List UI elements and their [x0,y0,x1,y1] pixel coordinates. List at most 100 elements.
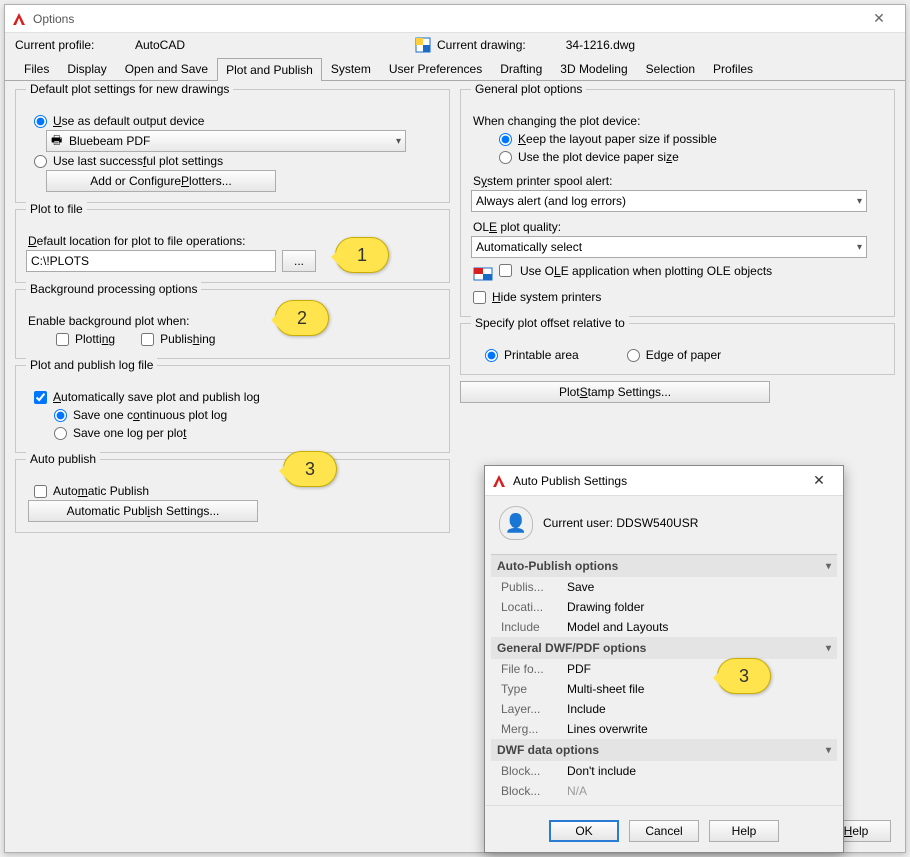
group-background-processing: Background processing options Enable bac… [15,289,450,359]
radio-printable-area[interactable] [485,349,498,362]
radio-one-continuous-log[interactable] [54,409,67,422]
combo-output-device-value: Bluebeam PDF [69,134,396,148]
chevron-down-icon: ▾ [826,643,831,654]
check-autosave-log[interactable] [34,391,47,404]
plot-to-file-path[interactable]: C:\!PLOTS [26,250,276,272]
auto-publish-settings-dialog: Auto Publish Settings ✕ 👤 Current user: … [484,465,844,853]
chevron-down-icon: ▾ [396,136,401,147]
check-autosave-log-label: Automatically save plot and publish log [53,390,260,404]
radio-keep-layout-label: Keep the layout paper size if possible [518,132,717,146]
tab-system[interactable]: System [322,57,380,80]
grid-row[interactable]: Block...Don't include [491,761,837,781]
current-profile-value: AutoCAD [135,38,415,52]
check-bg-publishing-label: Publishing [160,332,215,346]
check-automatic-publish[interactable] [34,485,47,498]
callout-3a: 3 [283,451,337,487]
grid-row[interactable]: Merg...Lines overwrite [491,719,837,739]
ole-icon [473,264,493,284]
tab-files[interactable]: Files [15,57,58,80]
group-plot-to-file-title: Plot to file [26,202,87,216]
window-title: Options [33,12,859,26]
radio-one-continuous-label: Save one continuous plot log [73,408,227,422]
group-log-title: Plot and publish log file [26,358,157,372]
tab-3d-modeling[interactable]: 3D Modeling [551,57,636,80]
group-plot-offset: Specify plot offset relative to Printabl… [460,323,895,375]
check-ole-app-label: Use OLE application when plotting OLE ob… [520,264,772,278]
group-default-plot: Default plot settings for new drawings U… [15,89,450,203]
btn-plot-stamp-settings[interactable]: Plot Stamp Settings... [460,381,770,403]
check-ole-app[interactable] [499,264,512,277]
grid-row[interactable]: TypeMulti-sheet file [491,679,837,699]
check-bg-plotting[interactable] [56,333,69,346]
close-icon[interactable]: ✕ [801,472,837,489]
group-general-title: General plot options [471,82,586,96]
current-user-row: 👤 Current user: DDSW540USR [485,496,843,554]
check-hide-printers[interactable] [473,291,486,304]
btn-browse-plot-path[interactable]: ... [282,250,316,272]
drawing-icon [415,37,431,53]
property-grid: Auto-Publish options▾ Publis...Save Loca… [491,554,837,801]
select-spool-value: Always alert (and log errors) [476,194,857,208]
btn-help-dialog[interactable]: Help [709,820,779,842]
grid-row[interactable]: Layer...Include [491,699,837,719]
group-general-plot-options: General plot options When changing the p… [460,89,895,317]
dialog-title: Auto Publish Settings [513,474,801,488]
tab-user-prefs[interactable]: User Preferences [380,57,491,80]
grid-header-general-dwf[interactable]: General DWF/PDF options▾ [491,637,837,659]
radio-one-log-per-label: Save one log per plot [73,426,186,440]
grid-row[interactable]: IncludeModel and Layouts [491,617,837,637]
btn-ok[interactable]: OK [549,820,619,842]
group-log-file: Plot and publish log file Automatically … [15,365,450,453]
profile-row: Current profile: AutoCAD Current drawing… [5,33,905,55]
grid-header-auto-publish[interactable]: Auto-Publish options▾ [491,555,837,577]
group-plot-offset-title: Specify plot offset relative to [471,316,629,330]
callout-3b: 3 [717,658,771,694]
select-spool-alert[interactable]: Always alert (and log errors)▾ [471,190,867,212]
close-icon[interactable]: ✕ [859,10,899,27]
check-automatic-publish-label: Automatic Publish [53,484,149,498]
options-window: Options ✕ Current profile: AutoCAD Curre… [4,4,906,853]
grid-row[interactable]: File fo...PDF [491,659,837,679]
radio-keep-layout-size[interactable] [499,133,512,146]
autocad-icon [11,11,27,27]
plot-to-file-path-value: C:\!PLOTS [31,254,89,268]
dialog-button-row: OK Cancel Help [485,805,843,852]
tab-profiles[interactable]: Profiles [704,57,762,80]
radio-use-last[interactable] [34,155,47,168]
check-hide-printers-label: Hide system printers [492,290,601,304]
grid-row[interactable]: Publis...Save [491,577,837,597]
check-bg-publishing[interactable] [141,333,154,346]
printer-icon: 🖶 [51,131,65,152]
check-bg-plotting-label: Plotting [75,332,115,346]
grid-row[interactable]: Locati...Drawing folder [491,597,837,617]
bg-enable-label: Enable background plot when: [26,312,439,330]
tab-open-save[interactable]: Open and Save [116,57,217,80]
btn-cancel[interactable]: Cancel [629,820,699,842]
when-changing-label: When changing the plot device: [471,112,884,130]
select-ole-quality[interactable]: Automatically select▾ [471,236,867,258]
combo-output-device[interactable]: 🖶 Bluebeam PDF ▾ [46,130,406,152]
spool-alert-label: System printer spool alert: [471,172,884,190]
btn-auto-publish-settings[interactable]: Automatic Publish Settings... [28,500,258,522]
radio-one-log-per-plot[interactable] [54,427,67,440]
chevron-down-icon: ▾ [826,745,831,756]
radio-use-device-size[interactable] [499,151,512,164]
btn-add-configure-plotters[interactable]: Add or Configure Plotters... [46,170,276,192]
tab-display[interactable]: Display [58,57,115,80]
autocad-icon [491,473,507,489]
avatar-icon: 👤 [499,506,533,540]
radio-use-device-label: Use the plot device paper size [518,150,679,164]
grid-header-dwf-data[interactable]: DWF data options▾ [491,739,837,761]
current-user-label: Current user: [543,516,613,530]
radio-edge-of-paper[interactable] [627,349,640,362]
tab-selection[interactable]: Selection [637,57,704,80]
radio-use-default[interactable] [34,115,47,128]
radio-printable-label: Printable area [504,348,579,362]
radio-use-last-label: Use last successful plot settings [53,154,223,168]
grid-row: Block...N/A [491,781,837,801]
tabstrip: Files Display Open and Save Plot and Pub… [5,57,905,81]
tab-plot-publish[interactable]: Plot and Publish [217,58,322,81]
tab-drafting[interactable]: Drafting [491,57,551,80]
current-profile-label: Current profile: [15,38,135,52]
ole-quality-label: OLE plot quality: [471,218,884,236]
